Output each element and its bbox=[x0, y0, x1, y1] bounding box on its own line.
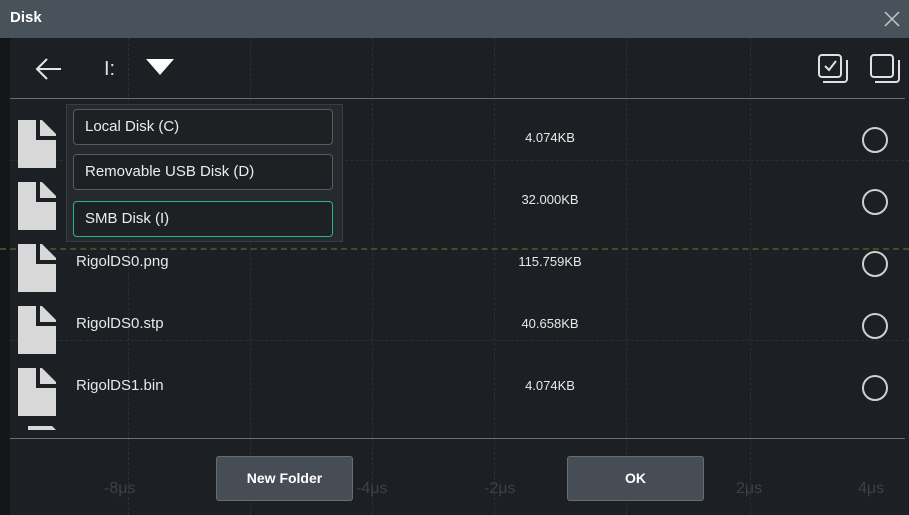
path-label[interactable]: I: bbox=[104, 58, 115, 81]
ok-button[interactable]: OK bbox=[567, 456, 704, 501]
square-stack-icon[interactable] bbox=[868, 52, 902, 86]
window-title: Disk bbox=[10, 9, 42, 26]
file-size: 115.759KB bbox=[518, 254, 582, 269]
file-size: 4.074KB bbox=[525, 130, 575, 145]
dropdown-option-local-disk[interactable]: Local Disk (C) bbox=[73, 109, 333, 145]
axis-label: -2μs bbox=[484, 480, 516, 497]
select-radio[interactable] bbox=[862, 127, 888, 153]
file-size: 40.658KB bbox=[521, 316, 579, 331]
file-row[interactable]: RigolDS0.stp 40.658KB bbox=[10, 296, 909, 358]
select-radio[interactable] bbox=[862, 189, 888, 215]
axis-label: 2μs bbox=[736, 480, 763, 497]
file-row[interactable]: RigolDS0.png 115.759KB bbox=[10, 234, 909, 296]
file-icon bbox=[18, 182, 56, 230]
triangle-down-icon[interactable] bbox=[144, 56, 176, 78]
axis-label: -8μs bbox=[104, 480, 136, 497]
axis-label: -4μs bbox=[356, 480, 388, 497]
disk-dropdown: Local Disk (C) Removable USB Disk (D) SM… bbox=[66, 104, 343, 242]
close-icon[interactable] bbox=[881, 8, 903, 30]
file-size: 32.000KB bbox=[521, 192, 579, 207]
select-radio[interactable] bbox=[862, 251, 888, 277]
file-icon bbox=[18, 244, 56, 292]
file-name: RigolDS0.stp bbox=[76, 315, 164, 332]
file-name: RigolDS0.png bbox=[76, 253, 169, 270]
toolbar: I: bbox=[10, 38, 909, 98]
dropdown-option-smb-disk[interactable]: SMB Disk (I) bbox=[73, 201, 333, 237]
file-icon bbox=[18, 306, 56, 354]
arrow-left-icon[interactable] bbox=[34, 56, 64, 82]
select-radio[interactable] bbox=[862, 375, 888, 401]
file-name: RigolDS1.bin bbox=[76, 377, 164, 394]
file-icon bbox=[18, 120, 56, 168]
new-folder-button[interactable]: New Folder bbox=[216, 456, 353, 501]
select-radio[interactable] bbox=[862, 313, 888, 339]
file-icon bbox=[18, 368, 56, 416]
file-row[interactable]: RigolDS1.bin 4.074KB bbox=[10, 358, 909, 420]
dropdown-option-usb-disk[interactable]: Removable USB Disk (D) bbox=[73, 154, 333, 190]
axis-label: 4μs bbox=[858, 480, 885, 497]
checkbox-stack-icon[interactable] bbox=[816, 52, 850, 86]
title-bar: Disk bbox=[0, 0, 909, 38]
file-icon bbox=[28, 426, 56, 430]
divider bbox=[10, 438, 905, 439]
divider bbox=[10, 98, 905, 99]
file-size: 4.074KB bbox=[525, 378, 575, 393]
